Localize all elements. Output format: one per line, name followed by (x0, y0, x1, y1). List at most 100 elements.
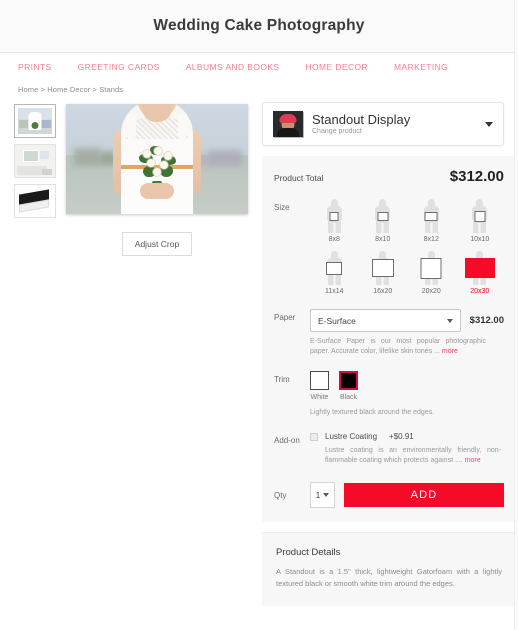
trim-options: White Black (310, 371, 504, 401)
trim-label: Trim (274, 375, 290, 384)
addon-more-link[interactable]: more (465, 457, 481, 464)
size-frame (420, 257, 442, 279)
size-frame (329, 211, 339, 221)
product-details-title: Product Details (276, 547, 341, 558)
size-option-20x30[interactable]: 20x30 (456, 251, 505, 295)
trim-option-white[interactable]: White (310, 371, 329, 401)
product-thumbnail (273, 111, 303, 137)
size-figure-icon (312, 199, 356, 233)
addon-name: Lustre Coating (325, 432, 378, 441)
paper-price: $312.00 (469, 315, 504, 326)
site-header: Wedding Cake Photography (0, 0, 518, 53)
size-frame (464, 258, 495, 278)
paper-option-row: Paper E-Surface $312.00 E-Surface Paper … (274, 309, 504, 357)
paper-select[interactable]: E-Surface (310, 309, 461, 332)
size-option-8x10[interactable]: 8x10 (359, 199, 408, 243)
product-total-value: $312.00 (449, 168, 504, 185)
addon-option-row: Add-on Lustre Coating +$0.91 Lustre coat… (274, 432, 504, 466)
quantity-add-row: Qty 1 ADD (274, 482, 504, 508)
size-label: Size (274, 203, 290, 212)
size-frame (377, 211, 389, 221)
size-figure-icon (458, 251, 502, 285)
paper-selected-value: E-Surface (318, 315, 356, 326)
size-option-label: 20x20 (421, 288, 441, 295)
configuration-panel: Product Total $312.00 Size 8x8 8x10 8x12 10… (262, 156, 518, 522)
size-option-label: 8x10 (375, 236, 391, 243)
nav-item-prints[interactable]: PRINTS (18, 62, 52, 72)
size-option-11x14[interactable]: 11x14 (310, 251, 359, 295)
addon-label: Add-on (274, 436, 300, 445)
size-figure-icon (409, 251, 453, 285)
thumbnail-room-scene[interactable] (14, 144, 56, 178)
size-option-16x20[interactable]: 16x20 (359, 251, 408, 295)
quantity-label: Qty (274, 490, 287, 500)
page-scrollbar[interactable] (514, 0, 518, 630)
product-details-panel: Product Details A Standout is a 1.5" thi… (262, 532, 518, 606)
thumbnail-strip (14, 102, 56, 218)
nav-item-home-decor[interactable]: HOME DECOR (305, 62, 368, 72)
size-option-label: 20x30 (470, 288, 490, 295)
product-total-row: Product Total $312.00 (274, 168, 504, 185)
size-option-label: 16x20 (373, 288, 393, 295)
addon-description: Lustre coating is an environmentally fri… (325, 447, 501, 464)
product-name: Standout Display (312, 111, 411, 127)
page-title: Wedding Cake Photography (153, 17, 365, 34)
size-frame (371, 259, 394, 277)
configurator-column: Standout Display Change product Product … (262, 102, 518, 606)
nav-item-marketing[interactable]: MARKETING (394, 62, 448, 72)
trim-description: Lightly textured black around the edges. (310, 409, 435, 416)
size-figure-icon (409, 199, 453, 233)
product-total-label: Product Total (274, 173, 324, 183)
quantity-select[interactable]: 1 (310, 482, 335, 508)
thumbnail-edge-detail[interactable] (14, 184, 56, 218)
size-option-20x20[interactable]: 20x20 (407, 251, 456, 295)
chevron-down-icon (323, 493, 330, 497)
hero-preview-wrap (66, 102, 248, 218)
main-navigation: PRINTS GREETING CARDS ALBUMS AND BOOKS H… (0, 53, 518, 81)
thumbnail-bride-photo[interactable] (14, 104, 56, 138)
size-frame (424, 211, 438, 221)
nav-item-greeting-cards[interactable]: GREETING CARDS (78, 62, 160, 72)
nav-item-albums-and-books[interactable]: ALBUMS AND BOOKS (186, 62, 280, 72)
quantity-value: 1 (315, 490, 321, 500)
size-option-8x12[interactable]: 8x12 (407, 199, 456, 243)
size-options: 8x8 8x10 8x12 10x10 11x14 16x20 20x20 20x30 (310, 199, 504, 295)
size-figure-icon (312, 251, 356, 285)
adjust-crop-button[interactable]: Adjust Crop (121, 232, 193, 256)
size-option-label: 8x8 (328, 236, 340, 243)
trim-label-black: Black (339, 394, 358, 401)
size-option-label: 10x10 (470, 236, 490, 243)
trim-swatch-white[interactable] (310, 371, 329, 390)
product-details-body: A Standout is a 1.5" thick, lightweight … (276, 567, 502, 588)
trim-label-white: White (310, 394, 329, 401)
size-frame (474, 210, 486, 222)
chevron-down-icon (485, 121, 493, 127)
chevron-down-icon (446, 318, 453, 323)
main-content: Adjust Crop Standout Display Change prod… (0, 94, 518, 606)
size-figure-icon (458, 199, 502, 233)
bouquet (137, 144, 177, 184)
breadcrumb[interactable]: Home > Home Decor > Stands (0, 81, 518, 94)
change-product-link[interactable]: Change product (312, 127, 476, 137)
size-option-10x10[interactable]: 10x10 (456, 199, 505, 243)
size-option-label: 11x14 (324, 288, 344, 295)
lustre-coating-checkbox[interactable] (310, 432, 318, 441)
trim-option-row: Trim White Black Lightly textured black … (274, 371, 504, 418)
product-selector[interactable]: Standout Display Change product (262, 102, 504, 146)
paper-description: E-Surface Paper is our most popular phot… (310, 338, 486, 355)
size-figure-icon (361, 251, 405, 285)
size-option-label: 8x12 (423, 236, 439, 243)
page-root: Wedding Cake Photography PRINTS GREETING… (0, 0, 518, 630)
paper-more-link[interactable]: more (442, 348, 458, 355)
size-frame (326, 261, 343, 275)
trim-swatch-black[interactable] (339, 371, 358, 390)
size-option-row: Size 8x8 8x10 8x12 10x10 11x14 16x20 20x20 20x3… (274, 199, 504, 295)
product-preview-image[interactable] (66, 104, 248, 214)
trim-option-black[interactable]: Black (339, 371, 358, 401)
preview-column: Adjust Crop (0, 102, 262, 606)
add-to-cart-button[interactable]: ADD (344, 483, 504, 507)
addon-price: +$0.91 (389, 432, 414, 441)
size-figure-icon (361, 199, 405, 233)
paper-label: Paper (274, 313, 296, 322)
size-option-8x8[interactable]: 8x8 (310, 199, 359, 243)
